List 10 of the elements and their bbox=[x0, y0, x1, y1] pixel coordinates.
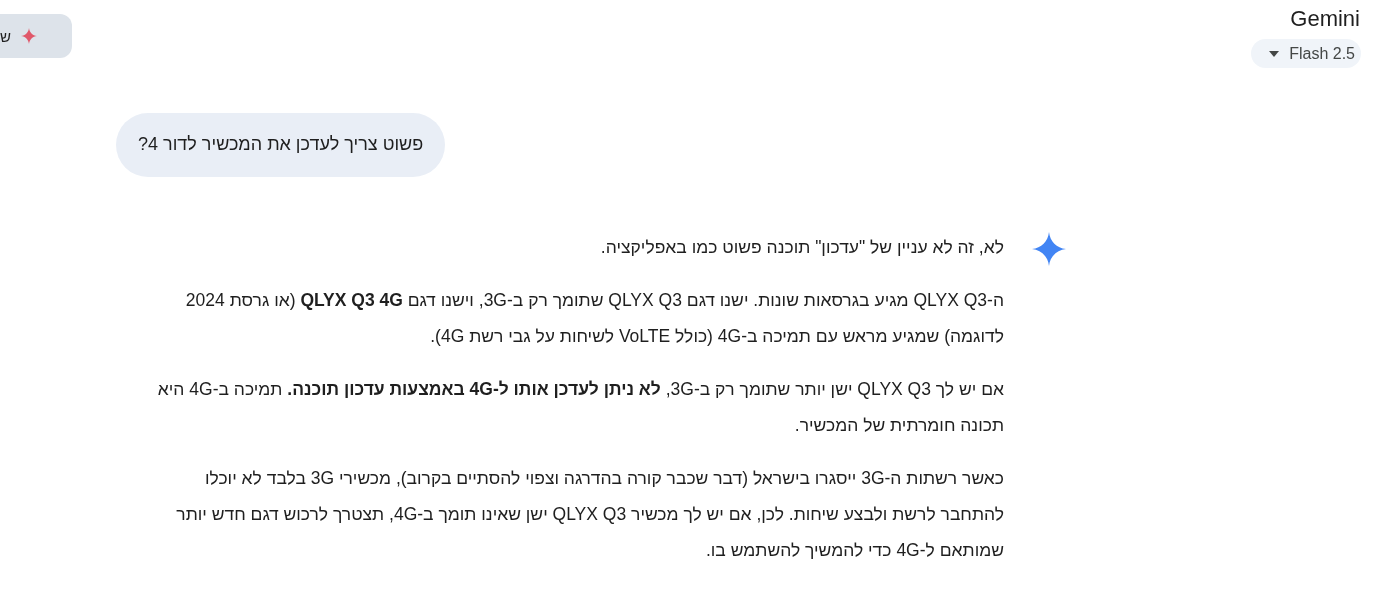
sparkle-icon bbox=[20, 28, 37, 44]
caret-icon bbox=[1269, 50, 1280, 57]
app-title: Gemini bbox=[1290, 6, 1360, 32]
model-selector[interactable]: Flash 2.5 bbox=[1251, 39, 1361, 68]
user-message: פשוט צריך לעדכן את המכשיר לדור 4? bbox=[116, 113, 446, 177]
sparkle-icon bbox=[1032, 232, 1066, 266]
response-paragraph: לא, זה לא עניין של "עדכון" תוכנה פשוט כמו באפליקציה. bbox=[599, 236, 1004, 259]
response-paragraph: אם יש לך QLYX Q3 ישן יותר שתומך רק ב-3G, לא ניתן לעדכן אותו ל-4G באמצעות עדכון תוכנה. תמיכה ב-4G היא תכונה חומרתית של המכשיר. bbox=[156, 378, 1004, 437]
response-paragraph: כאשר רשתות ה-3G ייסגרו בישראל (דבר שכבר קורה בהדרגה וצפוי להסתיים בקרוב), מכשירי 3G בלבד לא יוכלו להתחבר לרשת ולבצע שיחות. לכן, אם יש לך מכשיר QLYX Q3 ישן שאינו תומך ב-4G, תצטרך לרכוש דגם חדש יותר שמותאם ל-4G כדי להמשיך להשתמש בו. bbox=[175, 467, 1004, 562]
upgrade-button[interactable]: ש bbox=[0, 14, 72, 58]
